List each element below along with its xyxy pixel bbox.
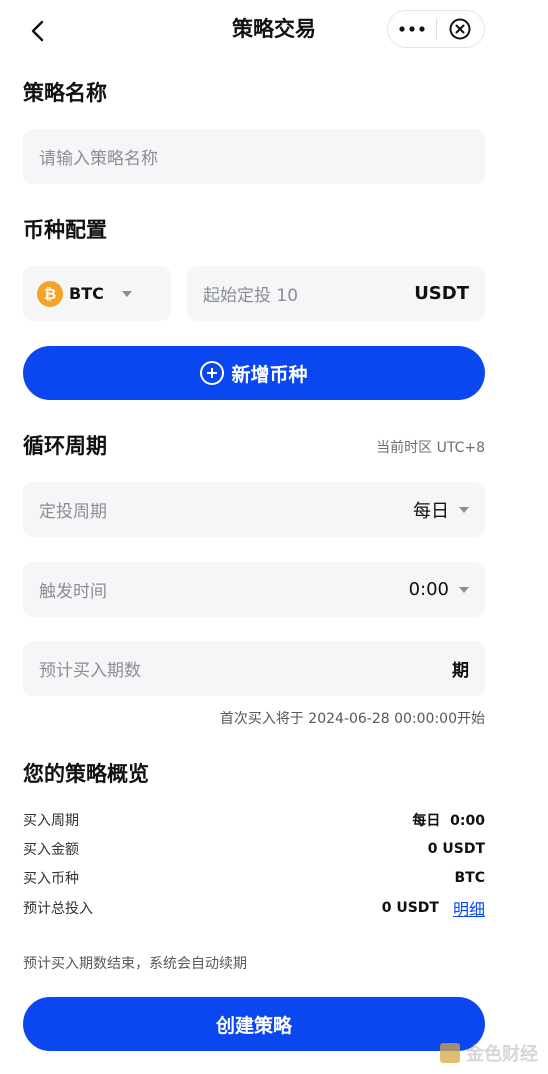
overview-value: 每日 0:00 [412,813,485,829]
buy-count-unit: 期 [452,661,469,681]
strategy-name-placeholder: 请输入策略名称 [39,149,158,169]
overview-value: BTC [454,870,486,886]
plus-circle-icon [200,361,225,385]
period-select[interactable]: 定投周期 每日 [23,482,485,537]
watermark-logo-icon [440,1043,460,1063]
timezone-label: 当前时区 UTC+8 [376,440,485,456]
overview-row: 买入周期 每日 0:00 [23,809,485,831]
coin-config-title: 币种配置 [23,218,107,242]
strategy-name-title: 策略名称 [23,81,107,105]
period-label: 定投周期 [39,502,107,522]
create-strategy-label: 创建策略 [215,1014,292,1037]
cycle-title: 循环周期 [23,434,107,458]
close-circle-icon[interactable] [436,11,484,47]
strategy-name-input[interactable]: 请输入策略名称 [23,129,485,184]
amount-unit: USDT [414,283,469,304]
top-bar: 策略交易 [0,0,548,60]
trigger-value: 0:00 [408,579,449,600]
coin-select[interactable]: ₿ BTC [23,266,171,321]
overview-row: 预计总投入 0 USDT 明细 [23,897,485,919]
first-buy-notice: 首次买入将于 2024-06-28 00:00:00开始 [219,711,485,727]
overview-row: 买入金额 0 USDT [23,838,485,860]
trigger-time-select[interactable]: 触发时间 0:00 [23,562,485,617]
caret-down-icon [459,506,469,513]
buy-count-input[interactable]: 预计买入期数 期 [23,641,485,696]
details-link[interactable]: 明细 [453,896,485,920]
overview-row: 买入币种 BTC [23,867,485,889]
overview-key: 买入币种 [23,871,79,887]
add-coin-label: 新增币种 [231,363,308,386]
caret-down-icon [459,586,469,593]
start-amount-placeholder: 起始定投 10 [203,286,299,306]
period-value: 每日 [413,500,449,522]
buy-count-placeholder: 预计买入期数 [39,661,141,681]
overview-key: 预计总投入 [23,901,93,917]
more-dots-icon[interactable] [388,11,436,47]
start-amount-input[interactable]: 起始定投 10 USDT [187,266,485,321]
overview-title: 您的策略概览 [23,762,149,786]
caret-down-icon [121,290,132,297]
overview-key: 买入周期 [23,813,79,829]
overview-value: 0 USDT [381,900,439,916]
coin-select-value: BTC [69,284,104,303]
watermark-text: 金色财经 [466,1044,538,1065]
watermark: 金色财经 [440,1040,538,1066]
mini-program-capsule [387,10,485,48]
bitcoin-icon: ₿ [37,280,63,307]
overview-key: 买入金额 [23,842,79,858]
auto-renew-note: 预计买入期数结束，系统会自动续期 [23,956,247,972]
add-coin-button[interactable]: 新增币种 [23,346,485,400]
create-strategy-button[interactable]: 创建策略 [23,997,485,1051]
overview-value: 0 USDT [427,841,485,857]
trigger-label: 触发时间 [39,582,107,602]
